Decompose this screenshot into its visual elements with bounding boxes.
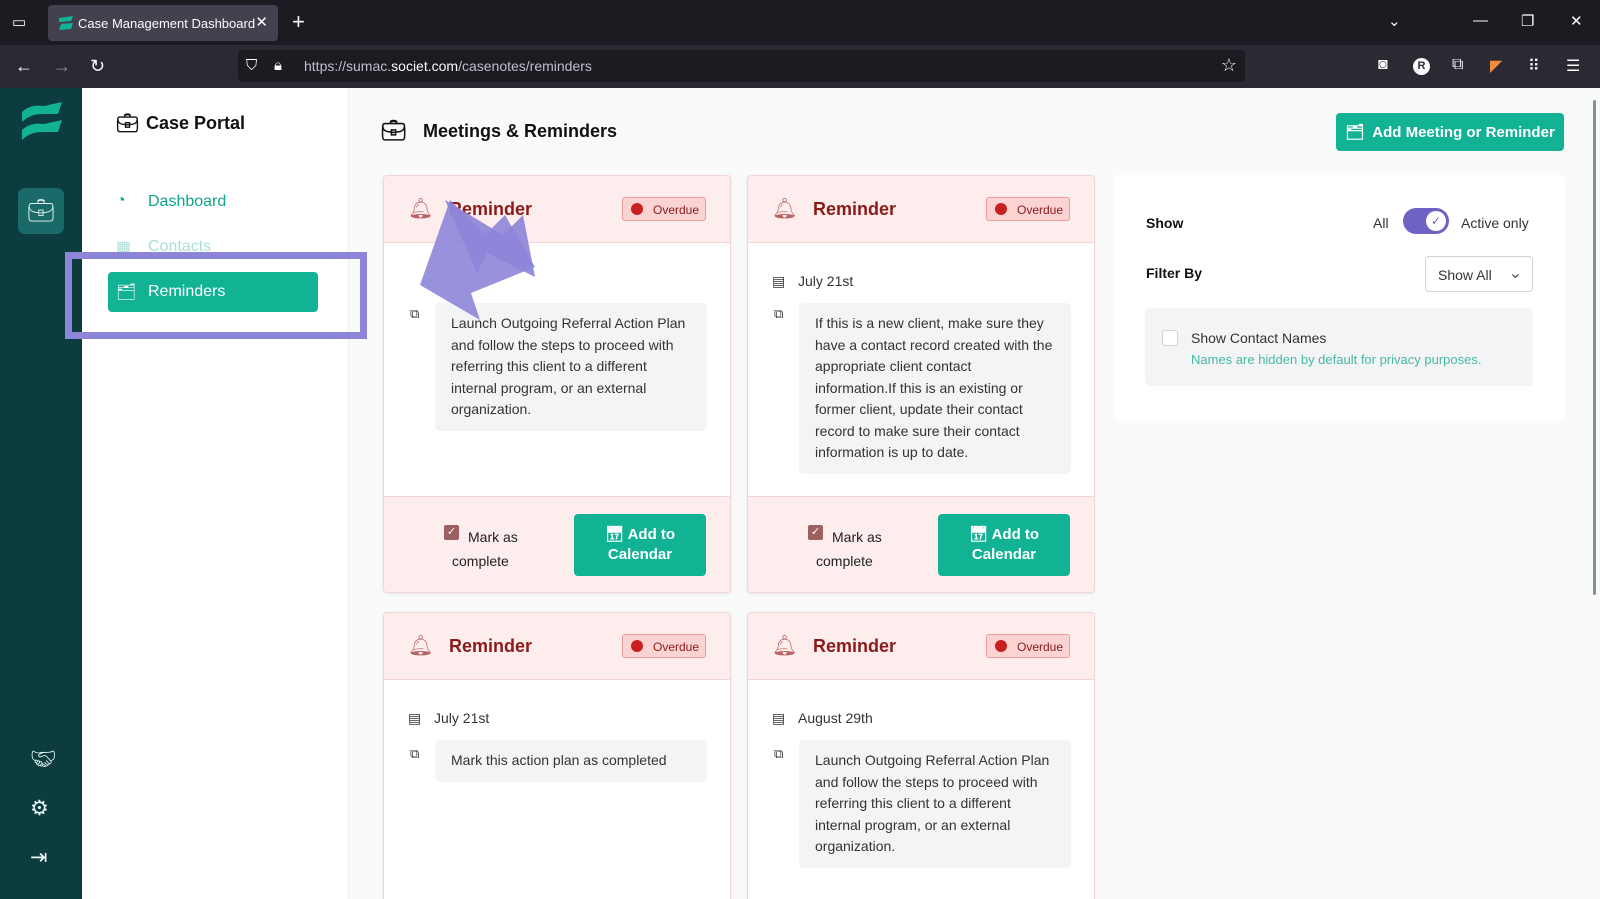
clock-icon	[631, 640, 643, 652]
filter-by-label: Filter By	[1146, 265, 1203, 281]
close-tab-icon[interactable]: ✕	[255, 13, 268, 31]
url-text[interactable]: https://sumac.societ.com/casenotes/remin…	[304, 58, 592, 74]
status-badge: Overdue	[622, 634, 706, 658]
check-icon: ✓	[1426, 211, 1446, 231]
lock-icon[interactable]: 🔒︎	[274, 57, 282, 74]
bell-icon: 🔔︎	[772, 635, 798, 657]
card-note: If this is a new client, make sure they …	[799, 303, 1071, 474]
dashboard-icon: ◔	[116, 192, 126, 209]
clock-icon	[995, 203, 1007, 215]
card-header: 🔔︎ Reminder Overdue	[384, 613, 730, 680]
card-note: Launch Outgoing Referral Action Plan and…	[799, 740, 1071, 868]
chevron-down-icon: ⌄	[1508, 265, 1522, 282]
extension-flag-icon[interactable]: ◤	[1490, 56, 1502, 76]
tab-overflow-chevron-icon[interactable]: ⌄	[1388, 12, 1401, 30]
bookmark-star-icon[interactable]: ☆	[1221, 55, 1237, 76]
menu-icon[interactable]: ☰	[1566, 56, 1580, 76]
browser-tab-bar: ▭ Case Management Dashboard ✕ + ⌄ — ❐ ✕	[0, 0, 1600, 45]
bell-icon: 🔔︎	[772, 198, 798, 220]
add-meeting-icon: 🗂︎	[1345, 124, 1365, 141]
restore-window-icon[interactable]: ❐	[1521, 12, 1534, 30]
close-window-icon[interactable]: ✕	[1570, 12, 1583, 30]
forward-icon[interactable]: →	[53, 56, 71, 77]
note-icon: ⧉	[774, 306, 784, 321]
card-footer: ✓ Mark as complete 📅︎ Add to Calendar	[384, 496, 730, 592]
meetings-icon: 💼︎	[381, 120, 407, 142]
card-title: Reminder	[449, 636, 533, 656]
briefcase-icon[interactable]: 💼︎	[18, 188, 64, 234]
profile-avatar[interactable]: R	[1413, 58, 1430, 75]
card-date: ▤ July 21st	[408, 710, 490, 726]
reminder-card: 🔔︎ Reminder Overdue ▤ July 21st ⧉ Mark th…	[383, 612, 731, 899]
sidebar-brand: 💼︎ Case Portal	[116, 113, 246, 133]
filter-by-select[interactable]: Show All ⌄	[1425, 256, 1533, 292]
card-header: 🔔︎ Reminder Overdue	[748, 613, 1094, 680]
active-only-label[interactable]: Active only	[1461, 215, 1529, 231]
add-to-calendar-button[interactable]: 📅︎ Add to Calendar	[574, 514, 706, 576]
show-contact-names-checkbox[interactable]	[1162, 330, 1178, 346]
gear-icon[interactable]: ⚙	[30, 796, 49, 821]
handshake-icon[interactable]: 🤝︎	[30, 748, 57, 772]
bell-icon: 🔔︎	[408, 635, 434, 657]
browser-tab[interactable]: Case Management Dashboard ✕	[48, 5, 278, 41]
browser-nav-bar: ← → ↻ ⛉ 🔒︎ https://sumac.societ.com/case…	[0, 45, 1600, 88]
annotation-arrow-icon	[420, 200, 535, 320]
card-title: Reminder	[813, 199, 897, 219]
calendar-icon: ▤	[772, 273, 786, 289]
url-bar[interactable]: ⛉ 🔒︎ https://sumac.societ.com/casenotes/…	[238, 50, 1245, 82]
calendar-icon: ▤	[772, 710, 786, 726]
active-only-toggle[interactable]: ✓	[1403, 208, 1449, 234]
case-portal-sidebar: 💼︎ Case Portal ◔ Dashboard ▦ Contacts 🗂︎ …	[82, 88, 349, 899]
sidebar-item-dashboard[interactable]: ◔ Dashboard	[108, 182, 318, 222]
clock-icon	[631, 203, 643, 215]
status-badge: Overdue	[986, 634, 1070, 658]
apps-grid-icon[interactable]: ⠿	[1528, 56, 1540, 76]
card-note: Mark this action plan as completed	[435, 740, 707, 782]
show-contact-names-label[interactable]: Show Contact Names	[1191, 330, 1326, 346]
annotation-highlight-box	[65, 252, 367, 339]
card-footer: ✓ Mark as complete 📅︎ Add to Calendar	[748, 496, 1094, 592]
note-icon: ⧉	[410, 746, 420, 761]
card-date: ▤ July 21st	[772, 273, 854, 289]
filter-panel: Show All ✓ Active only Filter By Show Al…	[1113, 175, 1565, 421]
page-title: 💼︎ Meetings & Reminders	[381, 120, 618, 142]
back-icon[interactable]: ←	[15, 56, 33, 77]
reload-icon[interactable]: ↻	[90, 56, 105, 77]
new-tab-icon[interactable]: +	[292, 9, 305, 35]
calendar-icon: ▤	[408, 710, 422, 726]
tracking-shield-icon[interactable]: ⛉	[246, 57, 257, 74]
tab-list-icon[interactable]: ▭	[12, 13, 30, 31]
mark-complete-label[interactable]: Mark as complete	[452, 525, 542, 573]
status-badge: Overdue	[622, 197, 706, 221]
extensions-icon[interactable]: ⧉	[1452, 56, 1463, 74]
note-icon: ⧉	[774, 746, 784, 761]
app-favicon-icon	[59, 16, 73, 30]
card-date: ▤ August 29th	[772, 710, 873, 726]
clock-icon	[995, 640, 1007, 652]
show-label: Show	[1146, 215, 1184, 231]
status-badge: Overdue	[986, 197, 1070, 221]
scrollbar-thumb[interactable]	[1593, 100, 1596, 595]
add-meeting-button[interactable]: 🗂︎ Add Meeting or Reminder	[1336, 113, 1564, 151]
show-contact-names-hint: Names are hidden by default for privacy …	[1191, 352, 1482, 367]
pocket-icon[interactable]: ◙	[1378, 56, 1388, 74]
reminder-card: 🔔︎ Reminder Overdue ▤ July 21st ⧉ If this…	[747, 175, 1095, 593]
mark-complete-label[interactable]: Mark as complete	[816, 525, 906, 573]
app-rail: 💼︎ 🤝︎ ⚙ ⇥	[0, 88, 82, 899]
card-header: 🔔︎ Reminder Overdue	[748, 176, 1094, 243]
logout-icon[interactable]: ⇥	[30, 845, 48, 870]
show-contact-names-box: Show Contact Names Names are hidden by d…	[1145, 308, 1533, 386]
add-to-calendar-button[interactable]: 📅︎ Add to Calendar	[938, 514, 1070, 576]
card-title: Reminder	[813, 636, 897, 656]
tab-title: Case Management Dashboard	[78, 16, 256, 31]
minimize-window-icon[interactable]: —	[1473, 12, 1488, 29]
reminder-card: 🔔︎ Reminder Overdue ▤ August 29th ⧉ Launc…	[747, 612, 1095, 899]
app-logo-icon[interactable]	[20, 102, 64, 140]
briefcase-brand-icon: 💼︎	[116, 113, 139, 133]
all-option-label[interactable]: All	[1373, 215, 1389, 231]
